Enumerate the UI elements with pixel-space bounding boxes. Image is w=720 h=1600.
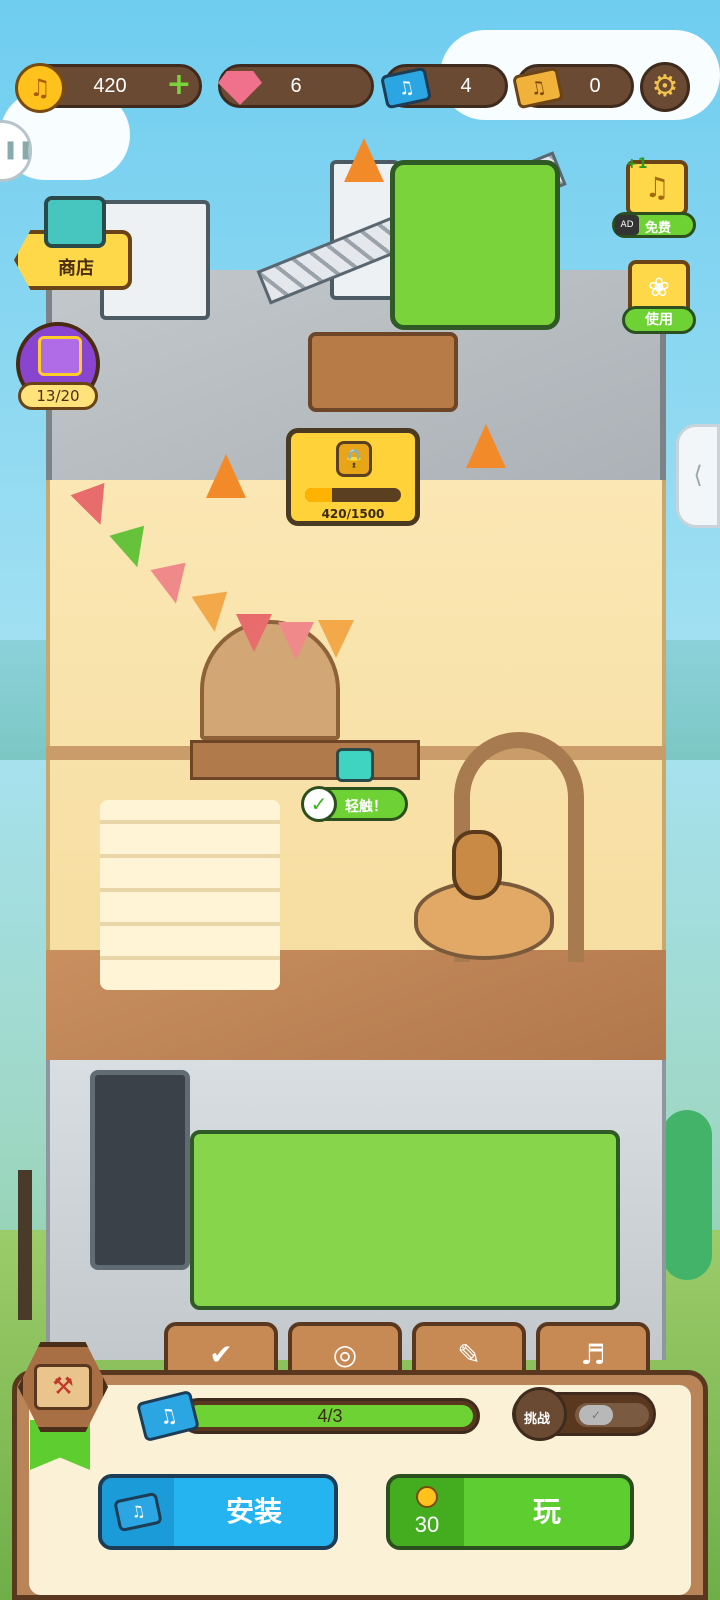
- locked-floor-panel[interactable]: 🔒 420/1500: [286, 428, 420, 526]
- unlock-progress-bar: [305, 488, 401, 502]
- checkered-flag-icon: 挑战: [513, 1387, 567, 1441]
- traffic-cone-icon: [206, 454, 246, 498]
- bunting-flag: [150, 562, 194, 608]
- install-icon-area: ♫: [102, 1478, 174, 1546]
- gold-ticket-counter[interactable]: ♫ 0: [511, 64, 634, 110]
- music-machine[interactable]: [190, 1130, 620, 1310]
- machine-door: [90, 1070, 190, 1270]
- challenge-label: 挑战: [524, 1412, 551, 1427]
- challenge-switch[interactable]: ✓: [575, 1403, 649, 1427]
- music-ticket-counter[interactable]: ♫ 4: [379, 64, 508, 110]
- free-label: 免费: [645, 221, 672, 236]
- play-cost-area: 30: [390, 1478, 464, 1546]
- street-lamp: [18, 1170, 32, 1320]
- shop-label[interactable]: 商店: [58, 254, 94, 280]
- play-label: 玩: [532, 1495, 561, 1528]
- song-progress-bar: 4/3: [180, 1398, 480, 1434]
- music-ticket-icon: ♫: [379, 63, 433, 113]
- gift-icon[interactable]: [336, 748, 374, 782]
- music-ticket-count: 4: [460, 75, 472, 97]
- tree: [662, 1110, 712, 1280]
- tap-hint-bubble[interactable]: ✓ 轻触！: [301, 786, 408, 822]
- gem-count: 6: [290, 75, 302, 97]
- pause-icon: ❚❚: [3, 139, 34, 160]
- bunting-flag: [191, 591, 233, 635]
- checkmark-icon: ✓: [301, 786, 337, 822]
- bunting-flag: [236, 614, 272, 652]
- music-ticket-icon: ♫: [113, 1491, 163, 1533]
- install-button[interactable]: ♫ 安装: [98, 1474, 338, 1550]
- gear-icon[interactable]: ⚙: [640, 62, 690, 112]
- toggle-knob: ✓: [579, 1405, 613, 1425]
- guitar-character[interactable]: [452, 830, 502, 900]
- unlock-progress-text: 420/1500: [321, 507, 385, 521]
- balcony: [190, 740, 420, 780]
- gold-ticket-icon: ♫: [511, 63, 565, 113]
- tap-hint-text: 轻触！: [345, 799, 387, 815]
- plus-icon[interactable]: +: [165, 70, 193, 100]
- build-tools-icon[interactable]: ⚒: [34, 1364, 92, 1410]
- bunting-flag: [318, 620, 354, 658]
- ad-icon: AD: [615, 215, 639, 235]
- play-button[interactable]: 30 玩: [386, 1474, 634, 1550]
- crane-cabin[interactable]: [390, 160, 560, 330]
- song-progress-text: 4/3: [317, 1406, 343, 1426]
- play-cost: 30: [414, 1512, 440, 1537]
- traffic-cone-icon: [344, 138, 384, 182]
- bunting-flag: [278, 622, 314, 660]
- coin-icon: [416, 1486, 438, 1508]
- install-label: 安装: [225, 1495, 282, 1528]
- staircase: [100, 800, 280, 990]
- gem-counter[interactable]: 6: [218, 64, 374, 108]
- free-plus-badge: +1: [626, 156, 648, 172]
- challenge-toggle[interactable]: 挑战 ✓: [512, 1387, 656, 1441]
- gold-ticket-count: 0: [589, 75, 601, 97]
- chevron-left-icon[interactable]: ⟨: [676, 424, 720, 528]
- shop-house-icon[interactable]: [44, 196, 106, 248]
- use-button[interactable]: 使用: [622, 306, 696, 334]
- unlock-progress-fill: [305, 488, 332, 502]
- wooden-crate: [308, 332, 458, 412]
- lock-icon: 🔒: [336, 441, 372, 477]
- traffic-cone-icon: [466, 424, 506, 468]
- gift-box-icon: [38, 336, 82, 376]
- coin-counter[interactable]: ♫ 420 +: [15, 63, 202, 113]
- gift-progress-count: 13/20: [18, 382, 98, 410]
- free-ad-pill[interactable]: AD 免费: [612, 212, 696, 238]
